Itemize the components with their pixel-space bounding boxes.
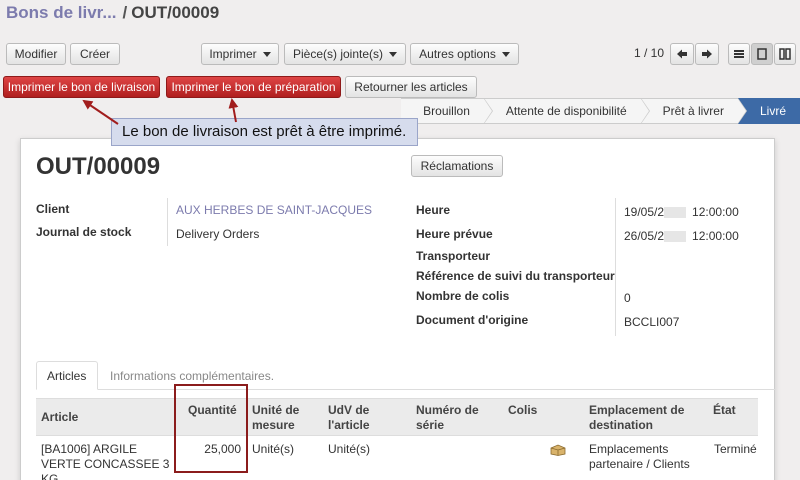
print-picking-list-button[interactable]: Imprimer le bon de préparation xyxy=(166,76,341,98)
date-value-part: 19/05/2 xyxy=(624,205,665,219)
stage-waiting[interactable]: Attente de disponibilité xyxy=(483,98,650,124)
stage-label: Attente de disponibilité xyxy=(505,104,627,118)
row-uom: Unité(s) xyxy=(252,442,295,456)
chevron-down-icon xyxy=(389,51,398,57)
breadcrumb-parent-link[interactable]: Bons de livr... xyxy=(6,3,117,22)
row-uos: Unité(s) xyxy=(328,442,371,456)
chevron-down-icon xyxy=(262,51,271,57)
journal-label: Journal de stock xyxy=(36,225,132,239)
packages-value: 0 xyxy=(624,291,631,305)
row-destination: Emplacements partenaire / Clients xyxy=(589,442,690,471)
list-icon xyxy=(734,50,744,58)
scheduled-time-part: 12:00:00 xyxy=(692,229,739,243)
package-icon[interactable] xyxy=(550,444,566,459)
row-article: [BA1006] ARGILE VERTE CONCASSEE 3 KG xyxy=(41,442,170,480)
carrier-label: Transporteur xyxy=(416,249,491,263)
client-link[interactable]: AUX HERBES DE SAINT-JACQUES xyxy=(176,203,372,217)
pager-previous-button[interactable] xyxy=(670,43,694,65)
quantity-highlight-box xyxy=(174,384,248,473)
form-icon xyxy=(757,48,767,60)
attachments-dropdown-button[interactable]: Pièce(s) jointe(s) xyxy=(284,43,406,65)
claims-button[interactable]: Réclamations xyxy=(411,155,503,177)
more-options-label: Autres options xyxy=(419,47,496,61)
tab-articles[interactable]: Articles xyxy=(36,361,98,390)
date-value: 19/05/2 12:00:00 xyxy=(624,205,739,219)
redacted-block xyxy=(664,207,687,219)
more-options-dropdown-button[interactable]: Autres options xyxy=(410,43,519,65)
packages-label: Nombre de colis xyxy=(416,289,510,303)
column-destination[interactable]: Emplacement de destination xyxy=(589,403,694,433)
column-uom[interactable]: Unité de mesure xyxy=(252,403,322,433)
journal-value: Delivery Orders xyxy=(176,227,260,241)
stage-arrow-fill xyxy=(483,99,492,123)
column-serial[interactable]: Numéro de série xyxy=(416,403,486,433)
attachments-label: Pièce(s) jointe(s) xyxy=(292,47,384,61)
column-state[interactable]: État xyxy=(713,403,736,418)
stage-label: Livré xyxy=(759,104,786,118)
pager-next-button[interactable] xyxy=(695,43,719,65)
stage-arrow-fill xyxy=(640,99,649,123)
chevron-down-icon xyxy=(501,51,510,57)
stage-ready[interactable]: Prêt à livrer xyxy=(640,98,747,124)
origin-label: Document d'origine xyxy=(416,313,529,327)
origin-value: BCCLI007 xyxy=(624,315,680,329)
grid-icon xyxy=(779,48,791,60)
status-bar: Brouillon Attente de disponibilité Prêt … xyxy=(401,98,800,124)
scheduled-date-part: 26/05/2 xyxy=(624,229,665,243)
form-view-button[interactable] xyxy=(751,43,773,65)
arrow-left-icon xyxy=(677,49,687,59)
client-label: Client xyxy=(36,202,70,216)
stage-arrow-fill xyxy=(737,99,746,123)
tracking-ref-label: Référence de suivi du transporteur xyxy=(416,269,615,283)
notebook-tabs: Articles Informations complémentaires. xyxy=(36,361,776,390)
column-package[interactable]: Colis xyxy=(508,403,537,418)
print-dropdown-button[interactable]: Imprimer xyxy=(201,43,279,65)
scheduled-date-value: 26/05/2 12:00:00 xyxy=(624,229,739,243)
print-delivery-slip-button[interactable]: Imprimer le bon de livraison xyxy=(3,76,160,98)
create-button[interactable]: Créer xyxy=(70,43,120,65)
column-article[interactable]: Article xyxy=(41,410,78,425)
pager-counter: 1 / 10 xyxy=(634,46,665,60)
edit-button[interactable]: Modifier xyxy=(6,43,66,65)
stage-label: Brouillon xyxy=(423,104,470,118)
kanban-view-button[interactable] xyxy=(774,43,796,65)
print-label: Imprimer xyxy=(209,47,257,61)
redacted-block xyxy=(664,231,687,243)
stage-done: Livré xyxy=(737,98,800,124)
field-divider xyxy=(167,198,168,246)
table-header: Article Quantité Unité de mesure UdV de … xyxy=(36,398,758,436)
return-products-button[interactable]: Retourner les articles xyxy=(345,76,477,98)
breadcrumb-current: OUT/00009 xyxy=(131,3,220,22)
breadcrumb: Bons de livr... / OUT/00009 xyxy=(6,3,219,29)
annotation-callout: Le bon de livraison est prêt à être impr… xyxy=(111,118,418,146)
column-uos[interactable]: UdV de l'article xyxy=(328,403,398,433)
record-title: OUT/00009 xyxy=(36,153,161,180)
list-view-button[interactable] xyxy=(728,43,750,65)
field-divider xyxy=(615,198,616,336)
box-icon xyxy=(550,444,566,456)
breadcrumb-separator: / xyxy=(122,3,128,22)
arrow-right-icon xyxy=(702,49,712,59)
date-time-part: 12:00:00 xyxy=(692,205,739,219)
date-label: Heure xyxy=(416,203,451,217)
row-state: Terminé xyxy=(714,442,757,456)
scheduled-date-label: Heure prévue xyxy=(416,227,493,241)
stage-label: Prêt à livrer xyxy=(662,104,724,118)
